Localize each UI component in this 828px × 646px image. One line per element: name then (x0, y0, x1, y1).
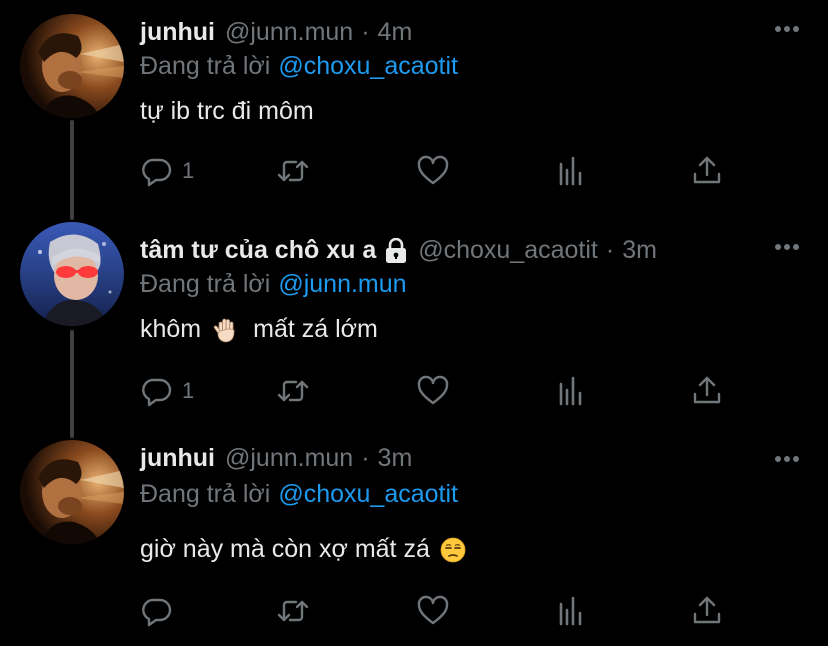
reply-icon (142, 598, 172, 627)
reply-icon (142, 158, 172, 187)
raised-hand-emoji (213, 318, 235, 342)
tweet-text-before-emoji: khôm (140, 315, 202, 343)
reply-count: 1 (182, 378, 195, 403)
share-button[interactable] (690, 594, 724, 628)
retweet-icon (277, 160, 309, 182)
user-handle[interactable]: @choxu_acaotit (418, 236, 598, 265)
share-icon (693, 376, 721, 404)
replying-to: Đang trả lời @choxu_acaotit (140, 52, 458, 81)
tweet-2[interactable]: tâm tư của chô xu a @choxu_acaotit · 3m … (0, 218, 828, 436)
unamused-face-emoji (440, 537, 466, 562)
tweet-text-content: giờ này mà còn xợ mất zá (140, 535, 430, 563)
retweet-icon (277, 380, 309, 402)
timestamp[interactable]: 3m (378, 444, 413, 473)
reply-count: 1 (182, 158, 195, 183)
retweet-icon (277, 600, 309, 622)
tweet-text-after-emoji: mất zá lớm (253, 315, 378, 343)
replying-label: Đang trả lời (140, 270, 271, 298)
tweet-header: junhui @junn.mun · 4m (140, 18, 412, 47)
share-button[interactable] (690, 374, 724, 408)
display-name[interactable]: tâm tư của chô xu a (140, 236, 376, 265)
user-handle[interactable]: @junn.mun (225, 444, 353, 473)
more-options-icon[interactable] (774, 24, 800, 34)
analytics-icon (559, 376, 582, 406)
replying-label: Đang trả lời (140, 52, 271, 80)
lock-icon (386, 237, 407, 263)
reply-button[interactable]: 1 (140, 154, 194, 188)
tweet-header: tâm tư của chô xu a @choxu_acaotit · 3m (140, 236, 657, 265)
tweet-actions: 1 (140, 154, 760, 188)
avatar[interactable] (20, 14, 124, 118)
replying-label: Đang trả lời (140, 480, 271, 508)
analytics-icon (559, 156, 582, 186)
display-name[interactable]: junhui (140, 444, 215, 473)
separator-dot: · (605, 236, 615, 264)
reply-icon (142, 378, 172, 407)
tweet-actions (140, 594, 760, 628)
replying-mention[interactable]: @choxu_acaotit (278, 480, 458, 508)
replying-to: Đang trả lời @junn.mun (140, 270, 407, 299)
tweet-3[interactable]: junhui @junn.mun · 3m Đang trả lời @choxu… (0, 436, 828, 646)
analytics-icon (559, 596, 582, 626)
retweet-button[interactable] (276, 374, 310, 408)
analytics-button[interactable] (554, 594, 588, 628)
separator-dot: · (361, 18, 370, 46)
retweet-button[interactable] (276, 154, 310, 188)
heart-icon (417, 155, 449, 185)
like-button[interactable] (416, 374, 450, 408)
share-icon (693, 156, 721, 184)
tweet-text: khôm mất zá lớm (140, 315, 378, 344)
timestamp[interactable]: 4m (378, 18, 413, 47)
tweet-1[interactable]: junhui @junn.mun · 4m Đang trả lời @choxu… (0, 0, 828, 218)
avatar[interactable] (20, 440, 124, 544)
analytics-button[interactable] (554, 374, 588, 408)
separator-dot: · (361, 444, 370, 472)
user-handle[interactable]: @junn.mun (225, 18, 353, 47)
tweet-text-content: tự ib trc đi môm (140, 97, 314, 125)
tweet-header: junhui @junn.mun · 3m (140, 444, 412, 473)
reply-button[interactable]: 1 (140, 374, 194, 408)
tweet-actions: 1 (140, 374, 760, 408)
share-button[interactable] (690, 154, 724, 188)
retweet-button[interactable] (276, 594, 310, 628)
more-options-icon[interactable] (774, 454, 800, 464)
heart-icon (417, 595, 449, 625)
like-button[interactable] (416, 594, 450, 628)
replying-mention[interactable]: @junn.mun (278, 270, 406, 298)
share-icon (693, 596, 721, 624)
reply-button[interactable] (140, 594, 182, 628)
timestamp[interactable]: 3m (622, 236, 657, 265)
display-name[interactable]: junhui (140, 18, 215, 47)
heart-icon (417, 375, 449, 405)
tweet-text: giờ này mà còn xợ mất zá (140, 535, 480, 564)
tweet-text: tự ib trc đi môm (140, 97, 314, 126)
replying-to: Đang trả lời @choxu_acaotit (140, 480, 458, 509)
more-options-icon[interactable] (774, 242, 800, 252)
analytics-button[interactable] (554, 154, 588, 188)
like-button[interactable] (416, 154, 450, 188)
replying-mention[interactable]: @choxu_acaotit (278, 52, 458, 80)
avatar[interactable] (20, 222, 124, 326)
